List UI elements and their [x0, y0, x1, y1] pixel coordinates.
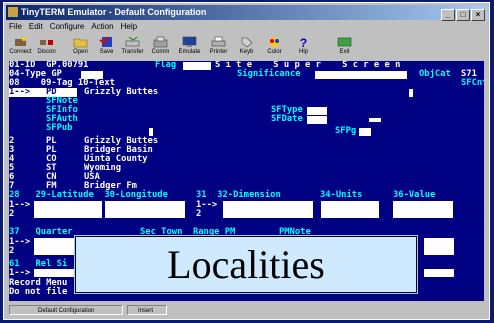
menu-help[interactable]: Help	[121, 22, 137, 31]
comm-icon	[153, 36, 168, 48]
relsite-arrow: 1-->	[9, 268, 31, 278]
printer-icon	[211, 36, 226, 47]
quarter-num2: 2	[9, 246, 15, 256]
emulate-label: Emulate	[178, 49, 201, 55]
sfdate-field[interactable]	[307, 116, 327, 124]
objcat-label: ObjCat	[419, 69, 451, 79]
window-title: TinyTERM Emulator - Default Configuratio…	[21, 7, 207, 17]
color-button[interactable]: Color	[262, 34, 287, 59]
sfpg-label: SFPg	[335, 126, 357, 136]
dimension-header: 31 32-Dimension	[196, 190, 281, 200]
sfpub-label: SFPub	[46, 123, 73, 133]
comm-label: Comm	[151, 49, 170, 55]
keyboard-button[interactable]: Keyb	[234, 34, 259, 59]
disconnect-label: Discon	[37, 49, 56, 55]
menu-configure[interactable]: Configure	[50, 22, 85, 31]
transfer-label: Transfer	[121, 49, 144, 55]
open-button[interactable]: Open	[68, 34, 93, 59]
save-button[interactable]: Save	[94, 34, 119, 59]
comm-button[interactable]: Comm	[148, 34, 173, 59]
units-field[interactable]	[321, 201, 379, 218]
menu-action[interactable]: Action	[91, 22, 113, 31]
exit-button[interactable]: Exit	[332, 34, 357, 59]
value-header: 36-Value	[393, 190, 436, 200]
row1-text: Grizzly Buttes	[84, 87, 159, 97]
toolbar: Connect Discon Open Save Transfer Comm E…	[6, 34, 487, 59]
save-icon	[99, 36, 112, 47]
sfpg-field[interactable]	[359, 128, 371, 136]
open-folder-icon	[73, 38, 88, 48]
connect-label: Connect	[9, 49, 32, 55]
help-label: Hlp	[298, 49, 308, 55]
latitude-field[interactable]	[34, 201, 102, 218]
flag-label: Flag	[155, 61, 177, 70]
emulate-icon	[182, 36, 197, 47]
menu-file[interactable]: File	[9, 22, 22, 31]
color-label: Color	[267, 49, 282, 55]
menu-edit[interactable]: Edit	[29, 22, 43, 31]
save-label: Save	[99, 49, 114, 55]
sf-dash-field[interactable]	[369, 118, 381, 122]
significance-label: Significance	[237, 69, 301, 79]
minimize-button[interactable]: _	[441, 9, 455, 21]
transfer-button[interactable]: Transfer	[120, 34, 145, 59]
disconnect-icon	[40, 40, 53, 45]
sfcnt-cursor	[409, 89, 413, 97]
rel-site-note-field[interactable]	[424, 269, 454, 277]
connect-button[interactable]: Connect	[8, 34, 33, 59]
keyboard-label: Keyb	[239, 49, 254, 55]
lat-long-header: 28 29-Latitude 30-Longitude	[9, 190, 168, 200]
disconnect-button[interactable]: Discon	[34, 34, 59, 59]
dimension-field[interactable]	[223, 201, 313, 218]
printer-button[interactable]: Printer	[206, 34, 231, 59]
sftype-field[interactable]	[307, 107, 327, 115]
help-icon: ?	[300, 36, 307, 48]
flag-field[interactable]	[183, 62, 211, 70]
printer-label: Printer	[209, 49, 228, 55]
quarter-header: 37 Quarter	[9, 227, 73, 237]
title-bar: TinyTERM Emulator - Default Configuratio…	[6, 5, 487, 22]
exit-label: Exit	[339, 49, 350, 55]
row1-arrow: 1-->	[9, 87, 31, 97]
localities-caption: Localities	[75, 236, 417, 293]
open-label: Open	[73, 49, 88, 55]
units-header: 34-Units	[320, 190, 363, 200]
exit-icon	[337, 37, 352, 47]
menu-bar: File Edit Configure Action Help	[6, 21, 141, 33]
coord-num2: 2	[9, 209, 15, 219]
emulate-button[interactable]: Emulate	[177, 34, 202, 59]
close-button[interactable]: ×	[471, 9, 485, 21]
app-icon	[8, 7, 18, 17]
dim-num2: 2	[196, 209, 202, 219]
window-controls: _ □ ×	[440, 7, 485, 22]
sfcnt-label: SFCnt	[461, 78, 484, 88]
value-field[interactable]	[393, 201, 453, 218]
help-button[interactable]: ? Hlp	[291, 34, 316, 59]
sfpub-cursor	[149, 128, 153, 136]
status-config: Default Configuration	[9, 305, 123, 315]
maximize-button[interactable]: □	[456, 9, 470, 21]
sfdate-label: SFDate	[271, 114, 303, 124]
transfer-icon	[125, 36, 140, 47]
svg-text:?: ?	[300, 36, 307, 48]
color-icon	[269, 37, 280, 47]
do-not-file-text: Do not file	[9, 287, 68, 297]
significance-field[interactable]	[315, 71, 407, 79]
connect-icon	[15, 37, 26, 46]
status-bar: Default Configuration Insert	[7, 303, 486, 317]
pmnote-field[interactable]	[424, 238, 454, 255]
status-mode: Insert	[127, 305, 167, 315]
longitude-field[interactable]	[105, 201, 185, 218]
keyboard-icon	[241, 37, 253, 48]
